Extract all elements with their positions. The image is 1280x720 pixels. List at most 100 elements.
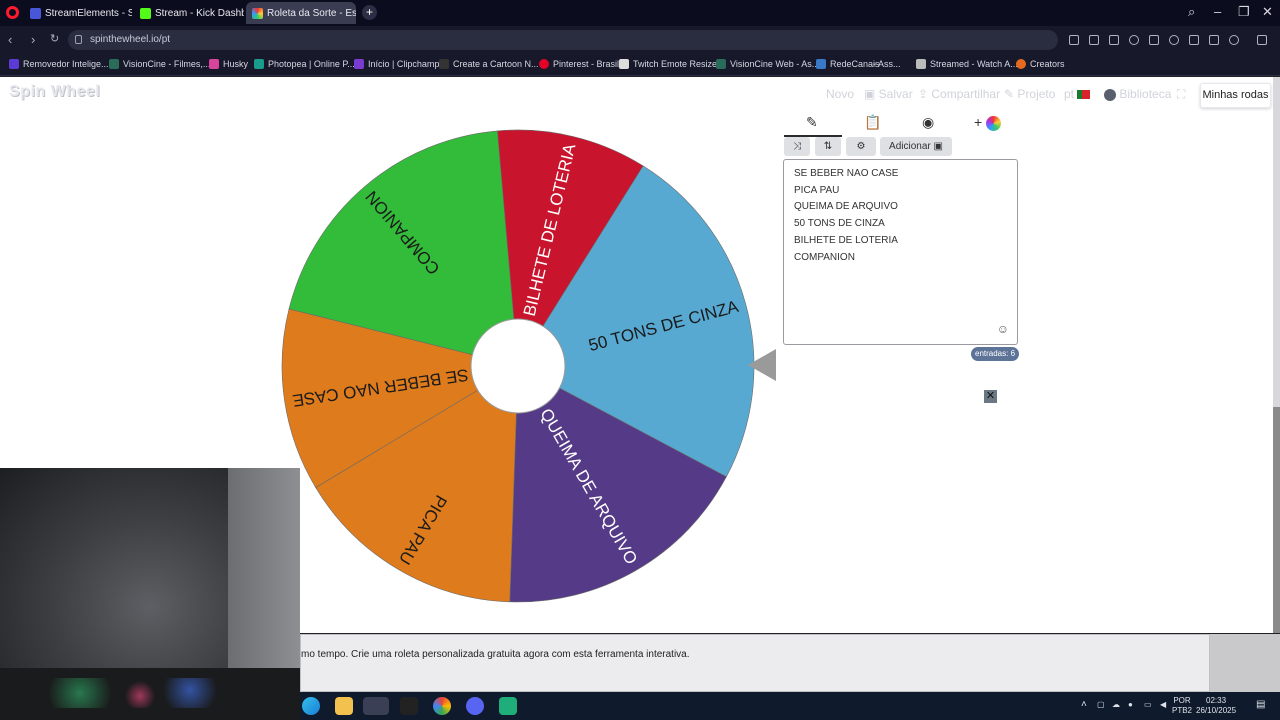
edge-icon[interactable] (302, 697, 320, 715)
sort-icon: ⇅ (823, 141, 833, 152)
minhas-rodas-button[interactable]: Minhas rodas (1200, 83, 1271, 108)
save-icon: ▣ (864, 87, 879, 101)
onedrive-icon[interactable]: ☁ (1112, 700, 1120, 710)
tab-label: StreamElements - Son (45, 7, 132, 19)
extensions-icon[interactable] (1257, 35, 1267, 45)
bookmark-item[interactable]: - Ass... (873, 59, 901, 69)
play-icon[interactable] (1149, 35, 1159, 45)
spinwheel-icon (252, 7, 263, 19)
spin-wheel[interactable]: 50 TONS DE CINZAQUEIMA DE ARQUIVOPICA PA… (280, 128, 756, 604)
bookmark-item[interactable]: RedeCanais (816, 59, 880, 69)
language-selector[interactable]: pt (1064, 87, 1091, 101)
bookmark-item[interactable]: VisionCine Web - As... (716, 59, 819, 69)
shield-icon[interactable] (1129, 35, 1139, 45)
bookmark-item[interactable]: Photopea | Online P... (254, 59, 355, 69)
kick-icon (140, 7, 151, 19)
wheel-hub[interactable] (470, 318, 566, 414)
webcam-lights (40, 678, 240, 708)
split-view-icon[interactable] (1069, 35, 1079, 45)
heart-icon[interactable] (1169, 35, 1179, 45)
sort-button[interactable]: ⇅ (815, 137, 841, 156)
url-field[interactable]: spinthewheel.io/pt (68, 30, 1058, 50)
close-icon[interactable]: ✕ (984, 390, 997, 403)
bookmark-item[interactable]: Removedor Intelige... (9, 59, 109, 69)
streamelements-icon (30, 7, 41, 19)
tab-streamelements[interactable]: StreamElements - Son (24, 2, 132, 24)
windows-taskbar: ˄ ▢ ☁ ● ▭ ◀ POR PTB2 02:33 26/10/2025 ▤ (300, 692, 1280, 720)
globe-icon (1104, 88, 1116, 101)
webcam-overlay (0, 468, 300, 720)
new-tab-button[interactable]: + (362, 5, 377, 20)
settings-button[interactable]: ⚙ (846, 137, 876, 156)
novo-link[interactable]: Novo (826, 87, 854, 101)
projeto-link[interactable]: ✎ Projeto (1004, 87, 1055, 101)
discord-icon[interactable] (466, 697, 484, 715)
bookmark-item[interactable]: Pinterest - Brasil (539, 59, 619, 69)
tab-results-clipboard-icon[interactable]: 📋 (864, 114, 881, 131)
search-tabs-icon[interactable]: ⌕ (1188, 4, 1195, 20)
bookmark-item[interactable]: Twitch Emote Resizer (619, 59, 720, 69)
tray-chevron-icon[interactable]: ˄ (1081, 700, 1087, 710)
wheel-pointer (748, 349, 776, 381)
tab-hidden-eye-icon[interactable]: ◉ (922, 114, 934, 131)
menu-icon[interactable] (1209, 35, 1219, 45)
notification-icon[interactable]: ▤ (1256, 700, 1265, 710)
editor-tabs: ✎ 📋 ◉ + (784, 111, 1018, 137)
back-icon[interactable]: ‹ (8, 32, 12, 47)
entry-line: COMPANION (794, 251, 855, 263)
site-logo[interactable]: Spin Wheel (9, 83, 100, 101)
page-scrollbar-thumb[interactable] (1273, 407, 1280, 633)
entry-line: QUEIMA DE ARQUIVO (794, 201, 898, 213)
entry-line: 50 TONS DE CINZA (794, 218, 885, 230)
page-footer-strip: mo tempo. Crie uma roleta personalizada … (300, 634, 1210, 692)
bookmark-item[interactable]: Husky (209, 59, 248, 69)
bookmark-item[interactable]: VisionCine - Filmes,... (109, 59, 210, 69)
forward-icon[interactable]: › (31, 32, 35, 47)
tray-app-icon[interactable]: ▢ (1097, 700, 1105, 710)
profile-icon[interactable] (1229, 35, 1239, 45)
capcut-icon[interactable] (400, 697, 418, 715)
entry-line: BILHETE DE LOTERIA (794, 234, 898, 246)
close-window-icon[interactable]: ✕ (1262, 4, 1273, 20)
tab-label: Stream - Kick Dashboard (155, 7, 244, 19)
microphone-icon[interactable]: ● (1128, 700, 1133, 710)
tab-roleta-da-sorte[interactable]: Roleta da Sorte - Escolha (246, 2, 356, 24)
network-icon[interactable]: ▭ (1144, 700, 1152, 710)
restore-icon[interactable]: ❐ (1238, 4, 1250, 20)
biblioteca-link[interactable]: Biblioteca (1104, 87, 1171, 101)
bookmarks-bar: Removedor Intelige... VisionCine - Filme… (0, 54, 1280, 76)
bookmark-item[interactable]: Creators (1016, 59, 1065, 69)
shuffle-button[interactable]: ⤨ (784, 137, 810, 156)
opera-taskbar-icon[interactable] (363, 697, 389, 715)
adicionar-button[interactable]: Adicionar ▣ (880, 137, 952, 156)
camera-icon[interactable] (1109, 35, 1119, 45)
download-icon[interactable] (1189, 35, 1199, 45)
webcam-door (228, 468, 300, 678)
opera-logo-icon[interactable] (6, 6, 19, 19)
add-color-button[interactable]: + (974, 114, 1002, 131)
entries-textarea[interactable]: SE BEBER NAO CASE PICA PAU QUEIMA DE ARQ… (783, 159, 1018, 345)
emoji-icon[interactable]: ☺ (997, 321, 1009, 338)
salvar-link[interactable]: ▣ Salvar (864, 87, 913, 101)
clock[interactable]: 02:33 26/10/2025 (1196, 696, 1236, 716)
edit-icon[interactable] (1089, 35, 1099, 45)
tab-edit-pencil-icon[interactable]: ✎ (806, 114, 818, 131)
volume-icon[interactable]: ◀ (1160, 700, 1166, 710)
tab-kick-dashboard[interactable]: Stream - Kick Dashboard (134, 2, 244, 24)
reload-icon[interactable]: ↻ (50, 32, 59, 45)
gear-icon: ⚙ (856, 141, 866, 152)
minimize-icon[interactable]: – (1214, 4, 1221, 19)
language-indicator[interactable]: POR PTB2 (1172, 696, 1192, 716)
bookmark-item[interactable]: Create a Cartoon N... (439, 59, 539, 69)
bookmark-item[interactable]: Início | Clipchamp (354, 59, 439, 69)
compartilhar-link[interactable]: ⇪ Compartilhar (918, 87, 1000, 101)
bookmark-item[interactable]: Streamed - Watch A... (916, 59, 1018, 69)
app-icon[interactable] (499, 697, 517, 715)
chrome-icon[interactable] (433, 697, 451, 715)
fullscreen-icon[interactable]: ⛶ (1177, 87, 1185, 102)
file-explorer-icon[interactable] (335, 697, 353, 715)
entry-line: PICA PAU (794, 184, 840, 196)
pencil-icon: ✎ (1004, 87, 1018, 101)
url-text: spinthewheel.io/pt (90, 34, 171, 45)
share-icon: ⇪ (918, 87, 932, 101)
